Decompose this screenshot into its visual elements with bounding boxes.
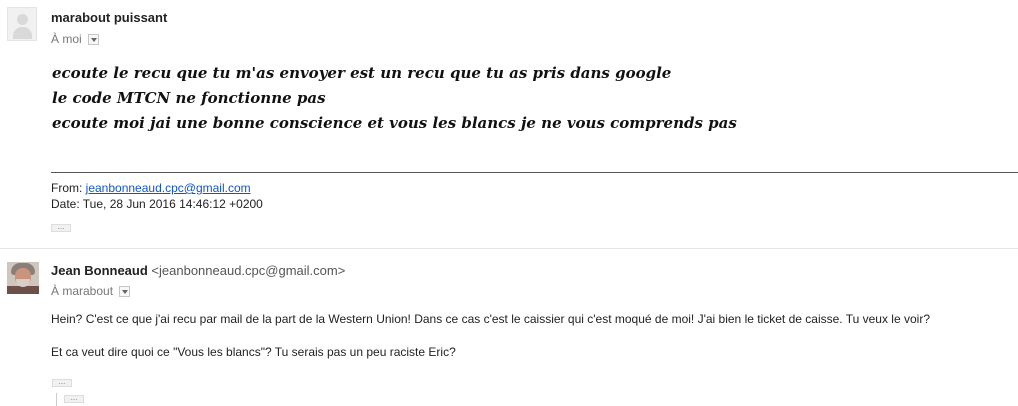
- details-dropdown-icon[interactable]: [119, 286, 131, 298]
- show-trimmed-content-button-nested[interactable]: ...: [64, 394, 84, 403]
- show-trimmed-content-button[interactable]: ...: [52, 378, 72, 387]
- sender-name[interactable]: marabout puissant: [51, 10, 167, 25]
- show-trimmed-content-button[interactable]: ...: [51, 223, 71, 232]
- message-body: ecoute le recu que tu m'as envoyer est u…: [52, 61, 737, 136]
- sender-name[interactable]: Jean Bonneaud: [51, 263, 148, 278]
- quote-bar: [56, 393, 57, 406]
- message-separator: [0, 248, 1018, 249]
- quote-date: Date: Tue, 28 Jun 2016 14:46:12 +0200: [51, 197, 263, 211]
- recipient-line: À moi: [51, 32, 100, 46]
- body-line: ecoute le recu que tu m'as envoyer est u…: [52, 64, 672, 82]
- body-line: le code MTCN ne fonctionne pas: [52, 89, 326, 107]
- body-paragraph: Et ca veut dire quoi ce "Vous les blancs…: [51, 345, 456, 359]
- quote-divider: [51, 172, 1018, 173]
- recipient-label: À marabout: [51, 284, 114, 298]
- details-dropdown-icon[interactable]: [88, 34, 100, 46]
- quote-from: From: jeanbonneaud.cpc@gmail.com: [51, 181, 251, 196]
- body-line: ecoute moi jai une bonne conscience et v…: [52, 114, 737, 132]
- recipient-label: À moi: [51, 32, 82, 46]
- body-paragraph: Hein? C'est ce que j'ai recu par mail de…: [51, 312, 930, 326]
- sender-line: Jean Bonneaud <jeanbonneaud.cpc@gmail.co…: [51, 263, 345, 278]
- quote-from-email-link[interactable]: jeanbonneaud.cpc@gmail.com: [86, 181, 251, 195]
- recipient-line: À marabout: [51, 284, 131, 298]
- default-avatar-icon: [7, 7, 37, 41]
- sender-email: <jeanbonneaud.cpc@gmail.com>: [151, 263, 346, 278]
- quote-from-label: From:: [51, 181, 86, 195]
- avatar[interactable]: [7, 262, 39, 294]
